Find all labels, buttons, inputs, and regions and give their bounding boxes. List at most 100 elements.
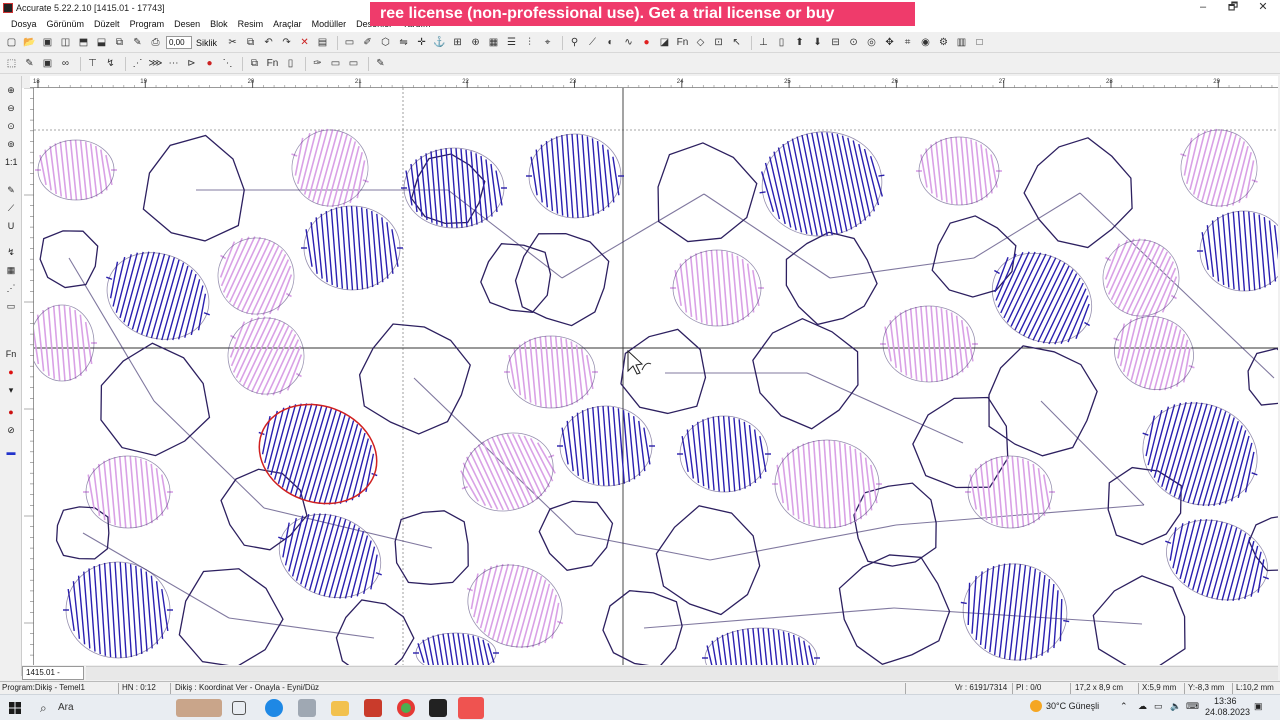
notification-icon[interactable]: ▣ <box>1254 701 1263 712</box>
open-folder-icon[interactable]: 📂 <box>22 35 37 50</box>
anchor-icon[interactable]: ⚓ <box>432 35 447 50</box>
measure-icon[interactable]: ⊞ <box>450 35 465 50</box>
lock-icon[interactable]: ⊥ <box>756 35 771 50</box>
preview-icon[interactable]: ◫ <box>58 35 73 50</box>
network-icon[interactable]: ☁ <box>1138 701 1147 712</box>
edit-tool-icon[interactable]: ✎ <box>22 56 37 71</box>
chrome-icon[interactable] <box>397 699 415 717</box>
menu-edit[interactable]: Düzelt <box>89 19 125 29</box>
close-button[interactable]: ✕ <box>1250 0 1276 15</box>
paste-icon[interactable]: ▤ <box>315 35 330 50</box>
file-explorer-icon[interactable] <box>331 701 349 716</box>
weather-text[interactable]: 30°C Güneşli <box>1046 701 1099 711</box>
restore-button[interactable]: 🗗 <box>1220 0 1246 15</box>
zoom-in-icon[interactable]: ⊕ <box>5 84 17 96</box>
align-icon[interactable]: ⫶ <box>522 35 537 50</box>
needle-tool-icon[interactable]: ⟋ <box>5 202 17 214</box>
fn-left-icon[interactable]: Fn <box>5 348 17 360</box>
volume-icon[interactable]: 🔈 <box>1170 701 1181 712</box>
grid-icon[interactable]: ▦ <box>486 35 501 50</box>
clock-time[interactable]: 13:36 <box>1214 696 1237 706</box>
language-icon[interactable]: ⌨ <box>1186 701 1199 712</box>
arrow-tool-icon[interactable]: ↯ <box>5 246 17 258</box>
undo-icon[interactable]: ↶ <box>261 35 276 50</box>
stitch-type-icon[interactable]: ⋰ <box>130 56 145 71</box>
redo-icon[interactable]: ↷ <box>279 35 294 50</box>
delete-icon[interactable]: ✕ <box>297 35 312 50</box>
menu-block[interactable]: Blok <box>205 19 233 29</box>
license-banner[interactable]: ree license (non-professional use). Get … <box>370 2 915 26</box>
link-icon[interactable]: ∞ <box>58 56 73 71</box>
arrow-up-icon[interactable]: ⬆ <box>792 35 807 50</box>
copy-layer-icon[interactable]: ⧉ <box>247 56 262 71</box>
stop-icon[interactable]: ● <box>639 35 654 50</box>
edge-icon[interactable] <box>265 699 283 717</box>
minimize-button[interactable]: – <box>1190 0 1216 15</box>
frame-tool-icon[interactable]: ▣ <box>40 56 55 71</box>
import-icon[interactable]: ⬒ <box>76 35 91 50</box>
target-icon[interactable]: ◎ <box>864 35 879 50</box>
accurate-app-icon[interactable] <box>458 697 484 719</box>
transform-icon[interactable]: ⌗ <box>900 35 915 50</box>
pane2-icon[interactable]: ▭ <box>346 56 361 71</box>
snap-icon[interactable]: ⌖ <box>540 35 555 50</box>
menu-tools[interactable]: Araçlar <box>268 19 307 29</box>
eye-icon[interactable]: ◉ <box>918 35 933 50</box>
frame-icon[interactable]: ▭ <box>342 35 357 50</box>
color-chip-icon[interactable]: ▬ <box>5 446 17 458</box>
chain-icon[interactable]: ⋯ <box>166 56 181 71</box>
grid-tool-icon[interactable]: ▦ <box>5 264 17 276</box>
crosshair-icon[interactable]: ✛ <box>414 35 429 50</box>
copy-icon[interactable]: ⧉ <box>243 35 258 50</box>
horizontal-scrollbar[interactable] <box>86 666 1278 680</box>
path-icon[interactable]: ↯ <box>103 56 118 71</box>
new-file-icon[interactable]: ▢ <box>4 35 19 50</box>
eraser-icon[interactable]: ▭ <box>5 300 17 312</box>
task-view-icon[interactable] <box>232 701 246 715</box>
chevron-up-icon[interactable]: ⌃ <box>1120 701 1128 712</box>
box-icon[interactable]: ⊡ <box>711 35 726 50</box>
split-icon[interactable]: ⊟ <box>828 35 843 50</box>
diamond-icon[interactable]: ◇ <box>693 35 708 50</box>
select-tool-icon[interactable]: ⬚ <box>4 56 19 71</box>
u-tool-icon[interactable]: U <box>5 220 17 232</box>
record-icon[interactable]: ● <box>202 56 217 71</box>
zoom-out-icon[interactable]: ⊖ <box>5 102 17 114</box>
function-icon[interactable]: Fn <box>675 35 690 50</box>
zoom-window-icon[interactable]: ⊚ <box>5 138 17 150</box>
pen-app-icon[interactable] <box>298 699 316 717</box>
pane-icon[interactable]: ▭ <box>328 56 343 71</box>
pen2-icon[interactable]: ✑ <box>310 56 325 71</box>
save-icon[interactable]: ▣ <box>40 35 55 50</box>
play-icon[interactable]: ⊳ <box>184 56 199 71</box>
pointer-icon[interactable]: ↖ <box>729 35 744 50</box>
menu-modules[interactable]: Modüller <box>307 19 352 29</box>
hatch-tool-icon[interactable]: ⋰ <box>5 282 17 294</box>
fn-tool-icon[interactable]: Fn <box>265 56 280 71</box>
zigzag-icon[interactable]: ⋙ <box>148 56 163 71</box>
layers-icon[interactable]: ⧉ <box>112 35 127 50</box>
arrow-down-icon[interactable]: ⬇ <box>810 35 825 50</box>
one-to-one-icon[interactable]: 1:1 <box>5 156 18 168</box>
brush-icon[interactable]: ✎ <box>130 35 145 50</box>
pattern-left-icon[interactable]: ⊘ <box>5 424 17 436</box>
terminal-icon[interactable] <box>429 699 447 717</box>
design-tab[interactable]: 1415.01 - 17743 <box>22 666 84 689</box>
square-icon[interactable]: □ <box>972 35 987 50</box>
battery-icon[interactable]: ▭ <box>1154 701 1163 712</box>
funnel-icon[interactable]: ▾ <box>5 384 17 396</box>
calculator-icon[interactable] <box>364 699 382 717</box>
mirror-icon[interactable]: ⇋ <box>396 35 411 50</box>
design-canvas[interactable] <box>34 88 1278 665</box>
record-left-icon[interactable]: ● <box>5 406 17 418</box>
pin-icon[interactable]: ⊤ <box>85 56 100 71</box>
fill-icon[interactable]: ◪ <box>657 35 672 50</box>
chart-icon[interactable]: ▥ <box>954 35 969 50</box>
print-icon[interactable]: ⎙ <box>148 35 163 50</box>
sphere-icon[interactable]: ◐ <box>603 35 618 50</box>
bezier-icon[interactable]: ∿ <box>621 35 636 50</box>
stop-left-icon[interactable]: ● <box>5 366 17 378</box>
doc-icon[interactable]: ▯ <box>283 56 298 71</box>
zoom-input[interactable]: 0,00 <box>166 36 192 49</box>
settings-icon[interactable]: ⚙ <box>936 35 951 50</box>
